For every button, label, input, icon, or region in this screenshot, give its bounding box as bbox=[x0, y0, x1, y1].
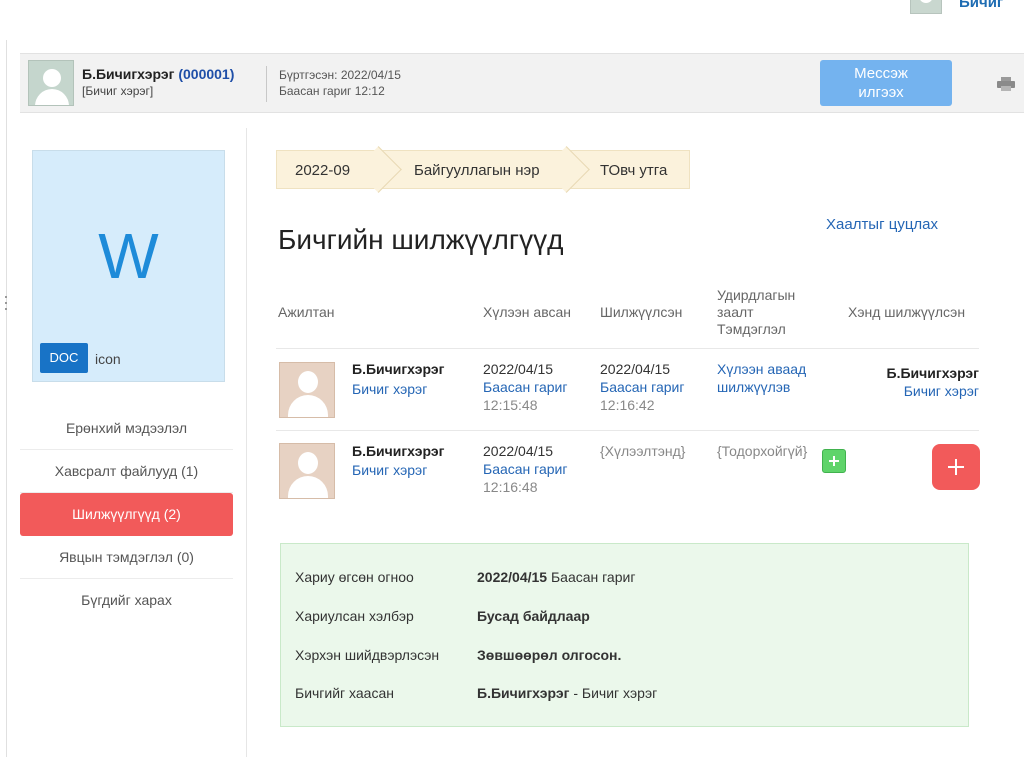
cancel-closing-link[interactable]: Хаалтыг цуцлах bbox=[826, 216, 938, 233]
transfer-status: {Хүлээлтэнд} bbox=[600, 443, 686, 459]
sidebar-divider bbox=[246, 128, 247, 757]
user-role: [Бичиг хэрэг] bbox=[82, 84, 154, 98]
reply-date-label: Хариу өгсөн огноо bbox=[295, 569, 414, 585]
user-name: Б.Бичигхэрэг bbox=[82, 66, 175, 82]
transferred-date: 2022/04/15 bbox=[600, 361, 671, 377]
received-day: Баасан гариг bbox=[483, 461, 568, 477]
transferred-time: 12:16:42 bbox=[600, 397, 655, 413]
left-divider bbox=[6, 40, 7, 757]
page-title: Бичгийн шилжүүлгүүд bbox=[278, 224, 564, 255]
transfer-note: Хүлээн аваад шилжүүлэв bbox=[717, 361, 807, 395]
breadcrumb-item-period[interactable]: 2022-09 bbox=[276, 146, 402, 193]
top-user-corner[interactable]: Бичиг bbox=[905, 0, 1024, 16]
received-date: 2022/04/15 bbox=[483, 361, 554, 377]
menu-item-general[interactable]: Ерөнхий мэдээлэл bbox=[20, 407, 233, 450]
top-avatar bbox=[910, 0, 942, 14]
resize-handle[interactable] bbox=[4, 296, 8, 318]
add-transfer-plus-icon[interactable] bbox=[932, 444, 980, 490]
transferred-day: Баасан гариг bbox=[600, 379, 685, 395]
recipient-role: Бичиг хэрэг bbox=[903, 383, 979, 399]
breadcrumb-item-organization[interactable]: Байгууллагын нэр bbox=[386, 146, 590, 193]
breadcrumb: 2022-09 Байгууллагын нэр ТОвч утга bbox=[276, 146, 690, 193]
employee-name: Б.Бичигхэрэг bbox=[352, 361, 445, 377]
reply-date-value: 2022/04/15 Баасан гариг bbox=[477, 569, 636, 585]
col-header-transferred: Шилжүүлсэн bbox=[600, 304, 683, 320]
reply-method-label: Хариулсан хэлбэр bbox=[295, 608, 414, 624]
header-separator bbox=[266, 66, 267, 102]
recipient-name: Б.Бичигхэрэг bbox=[886, 365, 979, 381]
doc-badge: DOC bbox=[40, 343, 88, 373]
decision-label: Хэрхэн шийдвэрлэсэн bbox=[295, 647, 440, 663]
breadcrumb-item-summary[interactable]: ТОвч утга bbox=[574, 150, 690, 189]
menu-item-progress-notes[interactable]: Явцын тэмдэглэл (0) bbox=[20, 536, 233, 579]
menu-item-view-all[interactable]: Бүгдийг харах bbox=[20, 579, 233, 622]
side-menu: Ерөнхий мэдээлэл Хавсралт файлууд (1) Ши… bbox=[20, 407, 233, 622]
received-time: 12:15:48 bbox=[483, 397, 538, 413]
send-message-button[interactable]: Мессэж илгээх bbox=[820, 60, 952, 106]
top-user-name: Бичиг bbox=[959, 0, 1004, 11]
header-user-name: Б.Бичигхэрэг (000001) bbox=[82, 66, 234, 82]
col-header-note: Удирдлагын заалт Тэмдэглэл bbox=[717, 287, 796, 337]
col-header-received: Хүлээн авсан bbox=[483, 304, 571, 320]
transfer-note: {Тодорхойгүй} bbox=[717, 443, 808, 459]
received-date: 2022/04/15 bbox=[483, 443, 554, 459]
received-day: Баасан гариг bbox=[483, 379, 568, 395]
avatar bbox=[279, 362, 335, 418]
col-header-employee: Ажилтан bbox=[278, 304, 335, 320]
closed-by-label: Бичгийг хаасан bbox=[295, 685, 394, 701]
closed-by-value: Б.Бичигхэрэг - Бичиг хэрэг bbox=[477, 685, 658, 701]
icon-label: icon bbox=[95, 351, 121, 367]
row-divider bbox=[276, 348, 979, 349]
menu-item-attachments[interactable]: Хавсралт файлууд (1) bbox=[20, 450, 233, 493]
employee-role: Бичиг хэрэг bbox=[352, 462, 428, 478]
closing-summary: Хариу өгсөн огноо 2022/04/15 Баасан гари… bbox=[280, 543, 969, 727]
document-preview[interactable]: W DOC icon bbox=[32, 150, 225, 382]
row-divider bbox=[276, 430, 979, 431]
registered-date: Бүртгэсэн: 2022/04/15 bbox=[279, 68, 401, 82]
employee-name: Б.Бичигхэрэг bbox=[352, 443, 445, 459]
registered-time: Баасан гариг 12:12 bbox=[279, 84, 385, 98]
avatar bbox=[279, 443, 335, 499]
col-header-to-whom: Хэнд шилжүүлсэн bbox=[848, 304, 966, 320]
printer-icon[interactable] bbox=[996, 77, 1016, 91]
menu-item-transfers[interactable]: Шилжүүлгүүд (2) bbox=[20, 493, 233, 536]
employee-role: Бичиг хэрэг bbox=[352, 381, 428, 397]
decision-value: Зөвшөөрөл олгосон. bbox=[477, 647, 622, 663]
add-note-plus-icon[interactable] bbox=[822, 449, 846, 473]
document-header: Б.Бичигхэрэг (000001) [Бичиг хэрэг] Бүрт… bbox=[20, 53, 1024, 113]
received-time: 12:16:48 bbox=[483, 479, 538, 495]
user-code: (000001) bbox=[178, 66, 235, 82]
word-icon: W bbox=[98, 220, 159, 292]
avatar bbox=[28, 60, 74, 106]
reply-method-value: Бусад байдлаар bbox=[477, 608, 590, 624]
